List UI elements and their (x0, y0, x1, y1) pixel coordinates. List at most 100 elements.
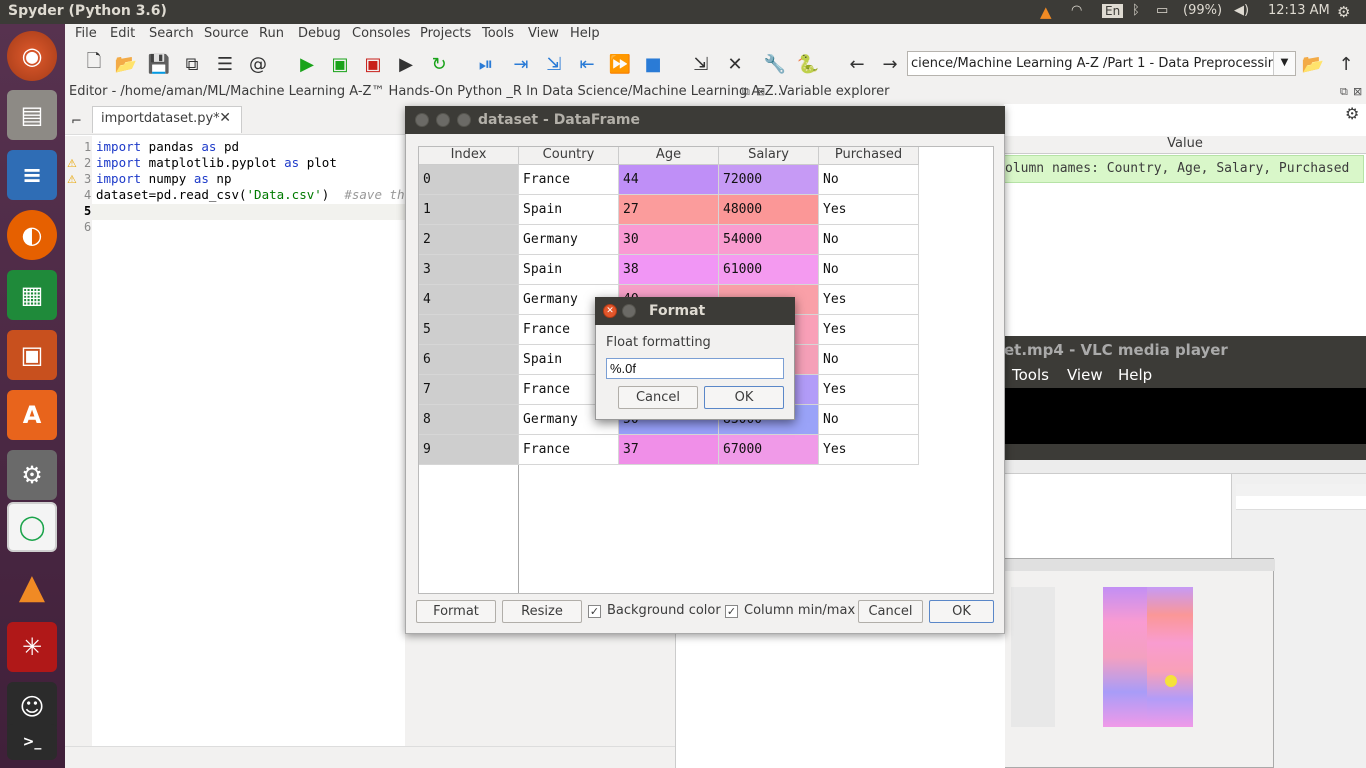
cancel-button[interactable]: Cancel (858, 600, 923, 623)
close-pane-icon[interactable]: ⊠ (756, 85, 765, 98)
format-dialog-titlebar[interactable]: ✕ Format (595, 297, 795, 325)
format-cancel-button[interactable]: Cancel (618, 386, 698, 409)
warning-icon[interactable]: ⚠ (67, 174, 78, 185)
back-arrow-icon[interactable]: ← (845, 52, 869, 76)
float-format-input[interactable] (606, 358, 784, 379)
menu-run[interactable]: Run (259, 26, 284, 41)
wifi-icon[interactable]: ◠ (1071, 3, 1082, 18)
debug-icon[interactable]: ⏯ (474, 52, 498, 76)
age-cell[interactable]: 27 (619, 195, 719, 225)
firefox-icon[interactable]: ◐ (7, 210, 57, 260)
impress-icon[interactable]: ▣ (7, 330, 57, 380)
menu-debug[interactable]: Debug (298, 26, 341, 41)
purchased-cell[interactable]: No (819, 225, 919, 255)
variable-value-cell[interactable]: olumn names: Country, Age, Salary, Purch… (1004, 155, 1364, 183)
menu-view[interactable]: View (528, 26, 559, 41)
save-icon[interactable]: 💾 (147, 52, 171, 76)
salary-cell[interactable]: 72000 (719, 165, 819, 195)
forward-arrow-icon[interactable]: → (878, 52, 902, 76)
browse-folder-icon[interactable]: 📂 (1301, 52, 1325, 76)
step-into-icon[interactable]: ⇲ (542, 52, 566, 76)
volume-icon[interactable]: ◀) (1234, 3, 1249, 18)
purchased-cell[interactable]: Yes (819, 195, 919, 225)
stop-debug-icon[interactable]: ■ (641, 52, 665, 76)
index-cell[interactable]: 1 (419, 195, 519, 225)
column-minmax-checkbox[interactable]: ✓ (725, 605, 738, 618)
at-icon[interactable]: @ (246, 52, 270, 76)
index-cell[interactable]: 5 (419, 315, 519, 345)
vlc-menu-tools[interactable]: Tools (1012, 366, 1049, 384)
calc-icon[interactable]: ▦ (7, 270, 57, 320)
index-cell[interactable]: 0 (419, 165, 519, 195)
fullscreen-icon[interactable]: ✕ (723, 52, 747, 76)
step-return-icon[interactable]: ⇤ (575, 52, 599, 76)
purchased-cell[interactable]: Yes (819, 285, 919, 315)
column-header-salary[interactable]: Salary (719, 147, 819, 165)
rerun-icon[interactable]: ↻ (427, 52, 451, 76)
close-window-icon[interactable]: ✕ (603, 304, 617, 318)
purchased-cell[interactable]: Yes (819, 435, 919, 465)
salary-cell[interactable]: 54000 (719, 225, 819, 255)
purchased-cell[interactable]: Yes (819, 315, 919, 345)
maximize-window-icon[interactable] (622, 304, 636, 318)
run-cell-icon[interactable]: ▣ (328, 52, 352, 76)
files-icon[interactable]: ▤ (7, 90, 57, 140)
save-all-icon[interactable]: ⧉ (180, 52, 204, 76)
chevron-down-icon[interactable]: ▼ (1273, 52, 1295, 75)
writer-icon[interactable]: ≡ (7, 150, 57, 200)
run-selection-icon[interactable]: ▶ (394, 52, 418, 76)
undock-icon[interactable]: ⧉ (1340, 85, 1348, 99)
index-cell[interactable]: 2 (419, 225, 519, 255)
column-header-age[interactable]: Age (619, 147, 719, 165)
maximize-pane-icon[interactable]: ⇲ (689, 52, 713, 76)
open-file-icon[interactable]: 📂 (114, 52, 138, 76)
battery-icon[interactable]: ▭ (1156, 3, 1168, 18)
salary-cell[interactable]: 61000 (719, 255, 819, 285)
column-header-index[interactable]: Index (419, 147, 519, 165)
keyboard-indicator[interactable]: En (1102, 4, 1124, 18)
column-header-purchased[interactable]: Purchased (819, 147, 919, 165)
menu-help[interactable]: Help (570, 26, 600, 41)
purchased-cell[interactable]: Yes (819, 375, 919, 405)
ubuntu-dash-icon[interactable]: ◉ (7, 31, 57, 81)
column-header-country[interactable]: Country (519, 147, 619, 165)
index-cell[interactable]: 7 (419, 375, 519, 405)
vlc-menu-help[interactable]: Help (1118, 366, 1152, 384)
working-directory-combo[interactable]: cience/Machine Learning A-Z /Part 1 - Da… (907, 51, 1296, 76)
country-cell[interactable]: Spain (519, 255, 619, 285)
ok-button[interactable]: OK (929, 600, 994, 623)
country-cell[interactable]: Spain (519, 195, 619, 225)
age-cell[interactable]: 37 (619, 435, 719, 465)
code-editor[interactable] (65, 134, 405, 746)
menu-file[interactable]: File (75, 26, 97, 41)
file-browser-icon[interactable]: ⌐ (71, 114, 82, 129)
age-cell[interactable]: 38 (619, 255, 719, 285)
vlc-icon[interactable]: ▲ (7, 562, 57, 612)
index-cell[interactable]: 6 (419, 345, 519, 375)
close-tab-icon[interactable]: ✕ (219, 110, 231, 126)
resize-button[interactable]: Resize (502, 600, 582, 623)
background-color-checkbox[interactable]: ✓ (588, 605, 601, 618)
new-file-icon[interactable]: 🗋 (82, 51, 106, 76)
step-icon[interactable]: ⇥ (509, 52, 533, 76)
purchased-cell[interactable]: No (819, 255, 919, 285)
python-path-icon[interactable]: 🐍 (796, 52, 820, 76)
salary-cell[interactable]: 67000 (719, 435, 819, 465)
menu-source[interactable]: Source (204, 26, 249, 41)
clock[interactable]: 12:13 AM (1268, 3, 1330, 18)
undock-icon[interactable]: ⧉ (742, 85, 750, 99)
outline-icon[interactable]: ☰ (213, 52, 237, 76)
dataframe-titlebar[interactable]: dataset - DataFrame (405, 106, 1005, 134)
preferences-wrench-icon[interactable]: 🔧 (763, 52, 787, 76)
maximize-window-icon[interactable] (457, 113, 471, 127)
close-window-icon[interactable] (415, 113, 429, 127)
software-center-icon[interactable]: A (7, 390, 57, 440)
vlc-tray-icon[interactable]: ▲ (1040, 3, 1052, 21)
terminal-icon[interactable]: >_ (7, 724, 57, 760)
menu-edit[interactable]: Edit (110, 26, 135, 41)
menu-tools[interactable]: Tools (482, 26, 514, 41)
close-pane-icon[interactable]: ⊠ (1353, 85, 1362, 98)
vlc-menu-view[interactable]: View (1067, 366, 1103, 384)
purchased-cell[interactable]: No (819, 345, 919, 375)
age-cell[interactable]: 44 (619, 165, 719, 195)
